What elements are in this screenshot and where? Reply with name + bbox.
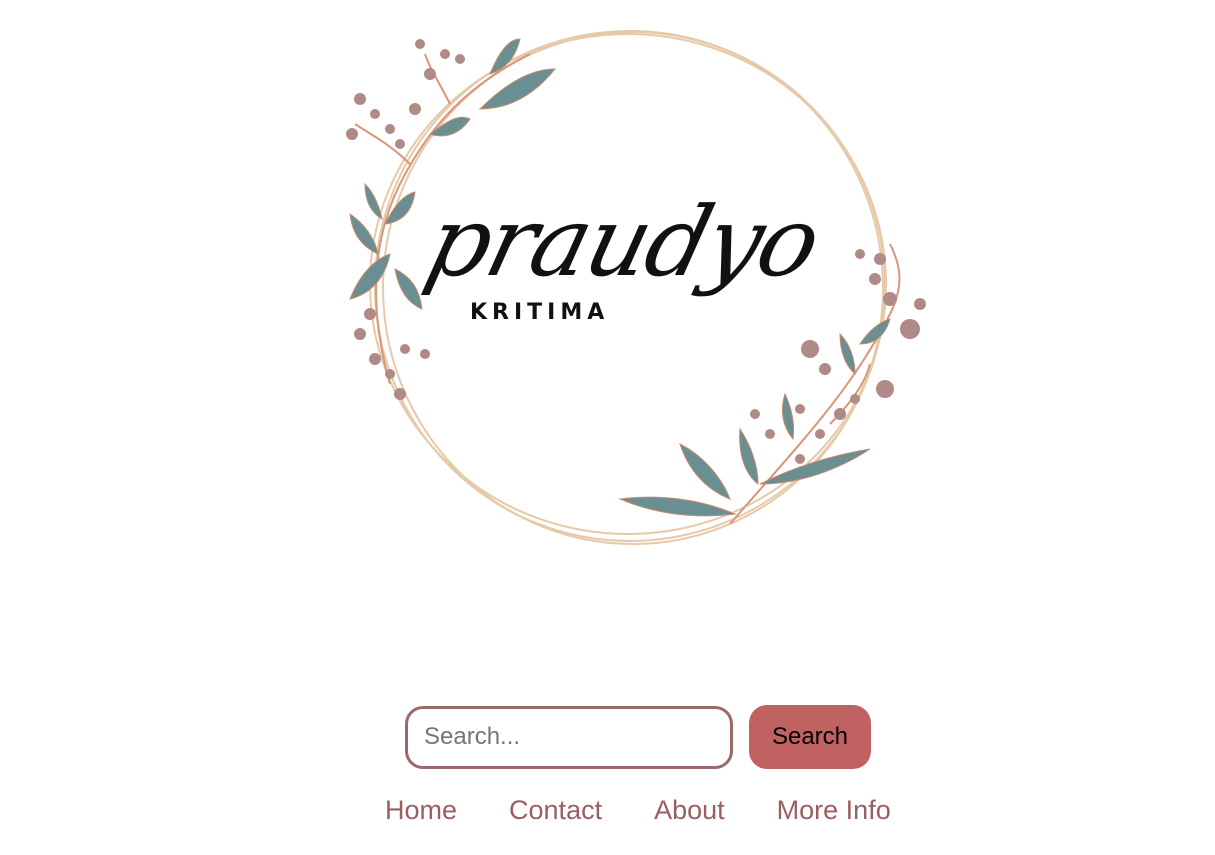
brand-logo: praudyo KRITIMA [330, 14, 950, 554]
search-button[interactable]: Search [749, 705, 871, 769]
brand-sub-text: KRITIMA [470, 300, 610, 325]
page: praudyo KRITIMA Search Home Contact Abou… [0, 0, 1215, 855]
search-form: Search [405, 705, 871, 769]
brand-script-text: praudyo [416, 186, 830, 298]
nav-link-home[interactable]: Home [385, 795, 457, 826]
main-nav: Home Contact About More Info [385, 795, 891, 826]
search-input[interactable] [405, 705, 733, 769]
nav-link-contact[interactable]: Contact [509, 795, 602, 826]
nav-link-about[interactable]: About [654, 795, 725, 826]
nav-link-more-info[interactable]: More Info [777, 795, 891, 826]
